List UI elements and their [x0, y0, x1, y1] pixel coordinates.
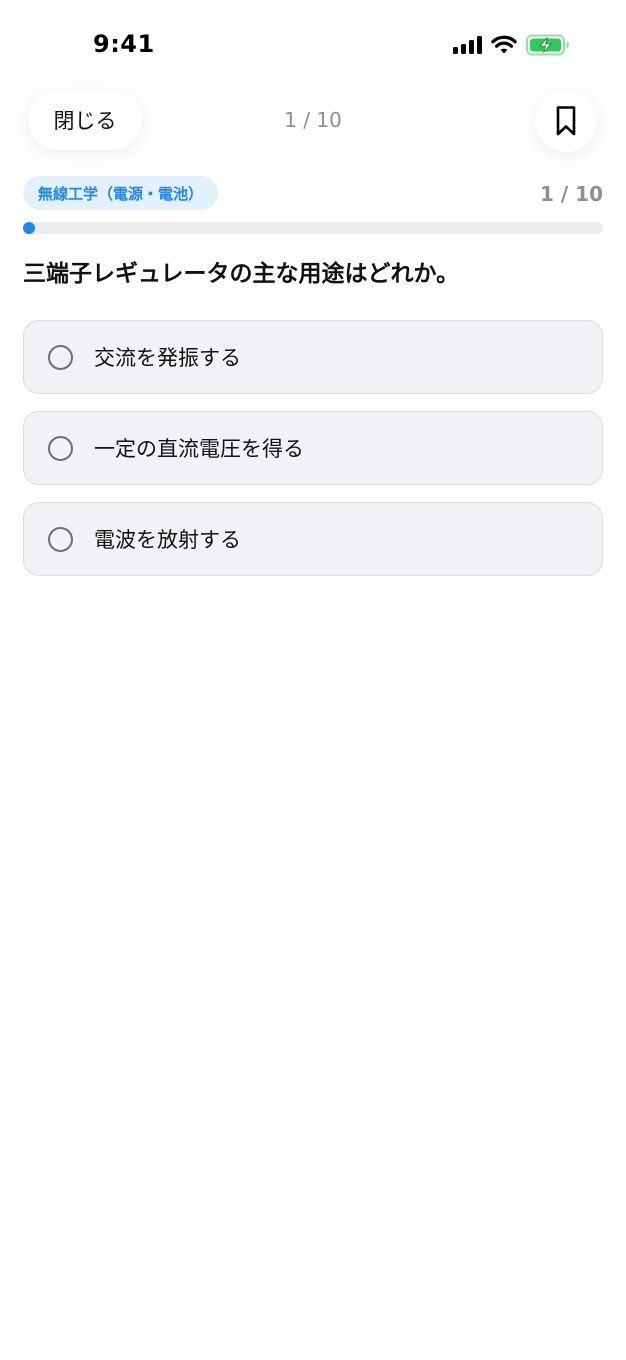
- answer-option-label: 交流を発振する: [94, 346, 241, 370]
- radio-icon: [48, 526, 73, 552]
- status-bar: 9:41: [0, 0, 626, 90]
- bookmark-icon: [556, 106, 576, 136]
- battery-charging-icon: [526, 34, 569, 56]
- answer-option-label: 電波を放射する: [94, 528, 241, 552]
- bookmark-button[interactable]: [535, 90, 597, 152]
- answer-options: 交流を発振する 一定の直流電圧を得る 電波を放射する: [23, 320, 603, 593]
- radio-icon: [48, 344, 73, 370]
- question-text: 三端子レギュレータの主な用途はどれか。: [23, 261, 460, 287]
- radio-icon: [48, 435, 73, 461]
- status-time: 9:41: [93, 30, 155, 58]
- answer-option[interactable]: 一定の直流電圧を得る: [23, 411, 603, 485]
- wifi-icon: [491, 35, 517, 54]
- progress-fill: [23, 222, 35, 234]
- answer-option[interactable]: 電波を放射する: [23, 502, 603, 576]
- answer-option-label: 一定の直流電圧を得る: [94, 437, 304, 461]
- progress-bar: [23, 222, 603, 234]
- category-badge: 無線工学（電源・電池）: [23, 176, 219, 210]
- cellular-signal-icon: [453, 36, 482, 54]
- question-counter: 1 / 10: [284, 108, 342, 132]
- status-icons: [453, 34, 570, 56]
- progress-count: 1 / 10: [540, 182, 603, 206]
- answer-option[interactable]: 交流を発振する: [23, 320, 603, 394]
